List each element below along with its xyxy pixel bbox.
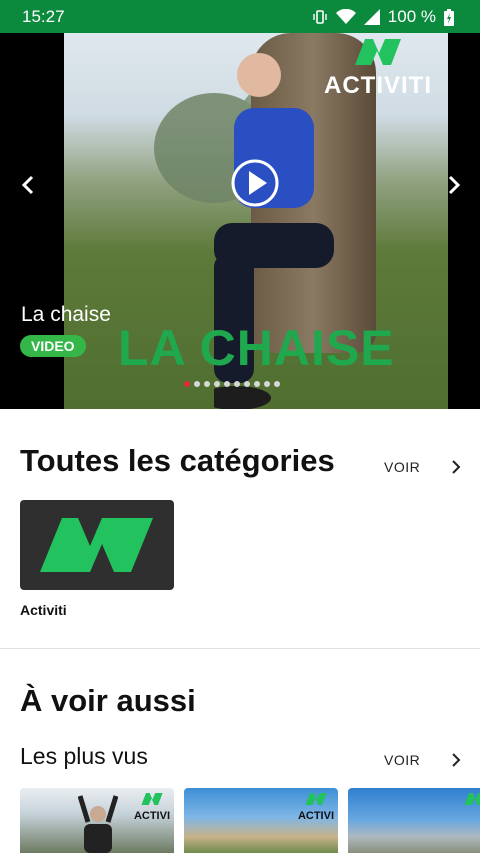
battery-icon	[444, 8, 454, 26]
chevron-right-icon[interactable]	[442, 173, 466, 197]
status-time: 15:27	[22, 7, 65, 26]
carousel-dot[interactable]	[234, 381, 240, 387]
activiti-logo-mark	[141, 793, 163, 805]
carousel-dot[interactable]	[264, 381, 270, 387]
wifi-icon	[335, 9, 356, 25]
vibrate-icon	[312, 9, 328, 25]
play-icon[interactable]	[230, 158, 280, 208]
activiti-logo-mark	[464, 793, 480, 805]
hero-overlay-title: LA CHAISE	[118, 320, 395, 376]
chevron-right-icon[interactable]	[450, 460, 462, 474]
carousel-dots[interactable]	[184, 381, 280, 387]
hero-carousel[interactable]: ACTIVITI LA CHAISE La chaise VIDEO	[0, 33, 480, 409]
thumbnail-brand-text: ACTIVI	[297, 810, 334, 822]
thumbnail-logo	[464, 792, 480, 810]
thumbnail-image	[348, 788, 480, 853]
carousel-dot[interactable]	[274, 381, 280, 387]
thumbnail-logo: ACTIVI	[298, 792, 334, 822]
categories-heading: Toutes les catégories	[20, 443, 335, 478]
status-icons: 100 %	[312, 7, 454, 27]
section-divider	[0, 648, 480, 649]
chevron-left-icon[interactable]	[16, 173, 40, 197]
carousel-dot[interactable]	[204, 381, 210, 387]
activiti-logo: ACTIVITI	[324, 39, 432, 100]
see-also-heading: À voir aussi	[20, 683, 196, 718]
activiti-logo-mark	[305, 793, 327, 805]
most-viewed-voir-link[interactable]: VOIR	[384, 752, 420, 768]
most-viewed-subheading: Les plus vus	[20, 743, 148, 769]
chevron-right-icon[interactable]	[450, 753, 462, 767]
category-label: Activiti	[20, 602, 67, 618]
carousel-dot[interactable]	[194, 381, 200, 387]
carousel-dot[interactable]	[244, 381, 250, 387]
thumbnail-brand-text: ACTIVI	[133, 810, 170, 822]
hero-video-title[interactable]: La chaise	[21, 303, 111, 327]
activiti-logo-mark	[40, 518, 153, 572]
status-bar: 15:27 100 %	[0, 0, 480, 33]
hero-brand-text: ACTIVITI	[324, 72, 432, 99]
video-badge: VIDEO	[20, 335, 86, 357]
battery-label: 100 %	[387, 7, 436, 26]
category-tile-activiti[interactable]	[20, 500, 174, 590]
thumbnail-logo: ACTIVI	[134, 792, 170, 822]
categories-voir-link[interactable]: VOIR	[384, 459, 420, 475]
carousel-dot[interactable]	[214, 381, 220, 387]
activiti-logo-mark	[355, 39, 401, 65]
video-thumbnail[interactable]: ACTIVI	[184, 788, 338, 853]
signal-icon	[363, 9, 380, 25]
carousel-dot[interactable]	[184, 381, 190, 387]
thumbnail-athlete	[78, 795, 118, 853]
carousel-dot[interactable]	[254, 381, 260, 387]
video-thumbnail[interactable]: ACTIVI	[20, 788, 174, 853]
video-thumbnail[interactable]	[348, 788, 480, 853]
carousel-dot[interactable]	[224, 381, 230, 387]
